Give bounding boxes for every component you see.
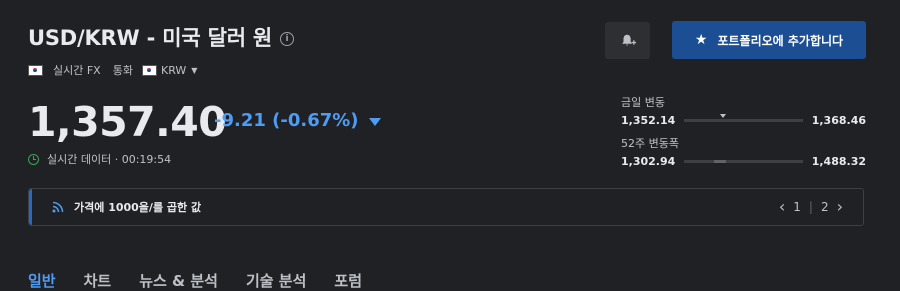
- clock-icon: [28, 153, 39, 165]
- week52-range-high: 1,488.32: [811, 155, 866, 168]
- week52-range: 52주 변동폭 1,302.94 1,488.32: [621, 135, 866, 168]
- week52-range-fill: [713, 160, 726, 163]
- week52-range-bar: [684, 160, 803, 163]
- banner-pager: ‹ 1 | 2 ›: [779, 199, 843, 215]
- day-range-marker: [720, 114, 727, 118]
- tab-forum[interactable]: 포럼: [334, 270, 362, 291]
- day-range: 금일 변동 1,352.14 1,368.46: [621, 94, 866, 127]
- korea-flag-icon: [28, 64, 43, 76]
- add-to-portfolio-button[interactable]: ★ 포트폴리오에 추가합니다: [672, 21, 866, 59]
- dropdown-caret-icon: ▼: [191, 65, 198, 75]
- pager-total: 2: [820, 200, 829, 214]
- day-range-label: 금일 변동: [621, 96, 665, 109]
- chevron-left-icon[interactable]: ‹: [779, 199, 785, 215]
- down-triangle-icon: [368, 117, 381, 126]
- alert-button[interactable]: [605, 22, 650, 59]
- day-range-low: 1,352.14: [621, 114, 676, 127]
- info-icon[interactable]: i: [280, 31, 295, 46]
- info-banner: 가격에 1000을/를 곱한 값 ‹ 1 | 2 ›: [28, 188, 864, 226]
- banner-accent: [29, 189, 32, 225]
- currency-value: KRW: [160, 63, 187, 77]
- page-title: USD/KRW - 미국 달러 원: [28, 26, 273, 50]
- section-tabs: 일반 차트 뉴스 & 분석 기술 분석 포럼: [28, 270, 362, 291]
- week52-range-label: 52주 변동폭: [621, 137, 679, 150]
- current-price: 1,357.40: [28, 98, 227, 146]
- day-range-high: 1,368.46: [811, 114, 866, 127]
- bell-add-icon: [621, 34, 636, 45]
- banner-text: 가격에 1000을/를 곱한 값: [74, 201, 202, 214]
- meta-row: 실시간 FX 통화 KRW ▼: [28, 62, 197, 78]
- korea-flag-icon: [141, 64, 157, 76]
- currency-label: 통화: [112, 64, 133, 77]
- pager-divider: |: [808, 200, 813, 214]
- price-change-value: -9.21 (-0.67%): [214, 110, 359, 131]
- tab-technical[interactable]: 기술 분석: [246, 270, 306, 291]
- day-range-bar: [684, 114, 803, 122]
- week52-range-low: 1,302.94: [621, 155, 676, 168]
- add-to-portfolio-label: 포트폴리오에 추가합니다: [717, 33, 844, 48]
- realtime-status: 실시간 데이터 · 00:19:54: [28, 151, 171, 167]
- pager-current: 1: [793, 200, 801, 214]
- realtime-label: 실시간 데이터 · 00:19:54: [47, 153, 172, 166]
- data-source: 실시간 FX: [53, 64, 101, 77]
- tab-news-analysis[interactable]: 뉴스 & 분석: [139, 270, 218, 291]
- currency-selector[interactable]: KRW ▼: [141, 63, 198, 77]
- tab-general[interactable]: 일반: [28, 270, 56, 291]
- chevron-right-icon[interactable]: ›: [837, 199, 843, 215]
- tab-chart[interactable]: 차트: [84, 270, 112, 291]
- title-row: USD/KRW - 미국 달러 원 i: [28, 22, 295, 52]
- star-icon: ★: [694, 32, 708, 48]
- price-change: -9.21 (-0.67%): [214, 110, 381, 131]
- rss-icon: [52, 201, 64, 213]
